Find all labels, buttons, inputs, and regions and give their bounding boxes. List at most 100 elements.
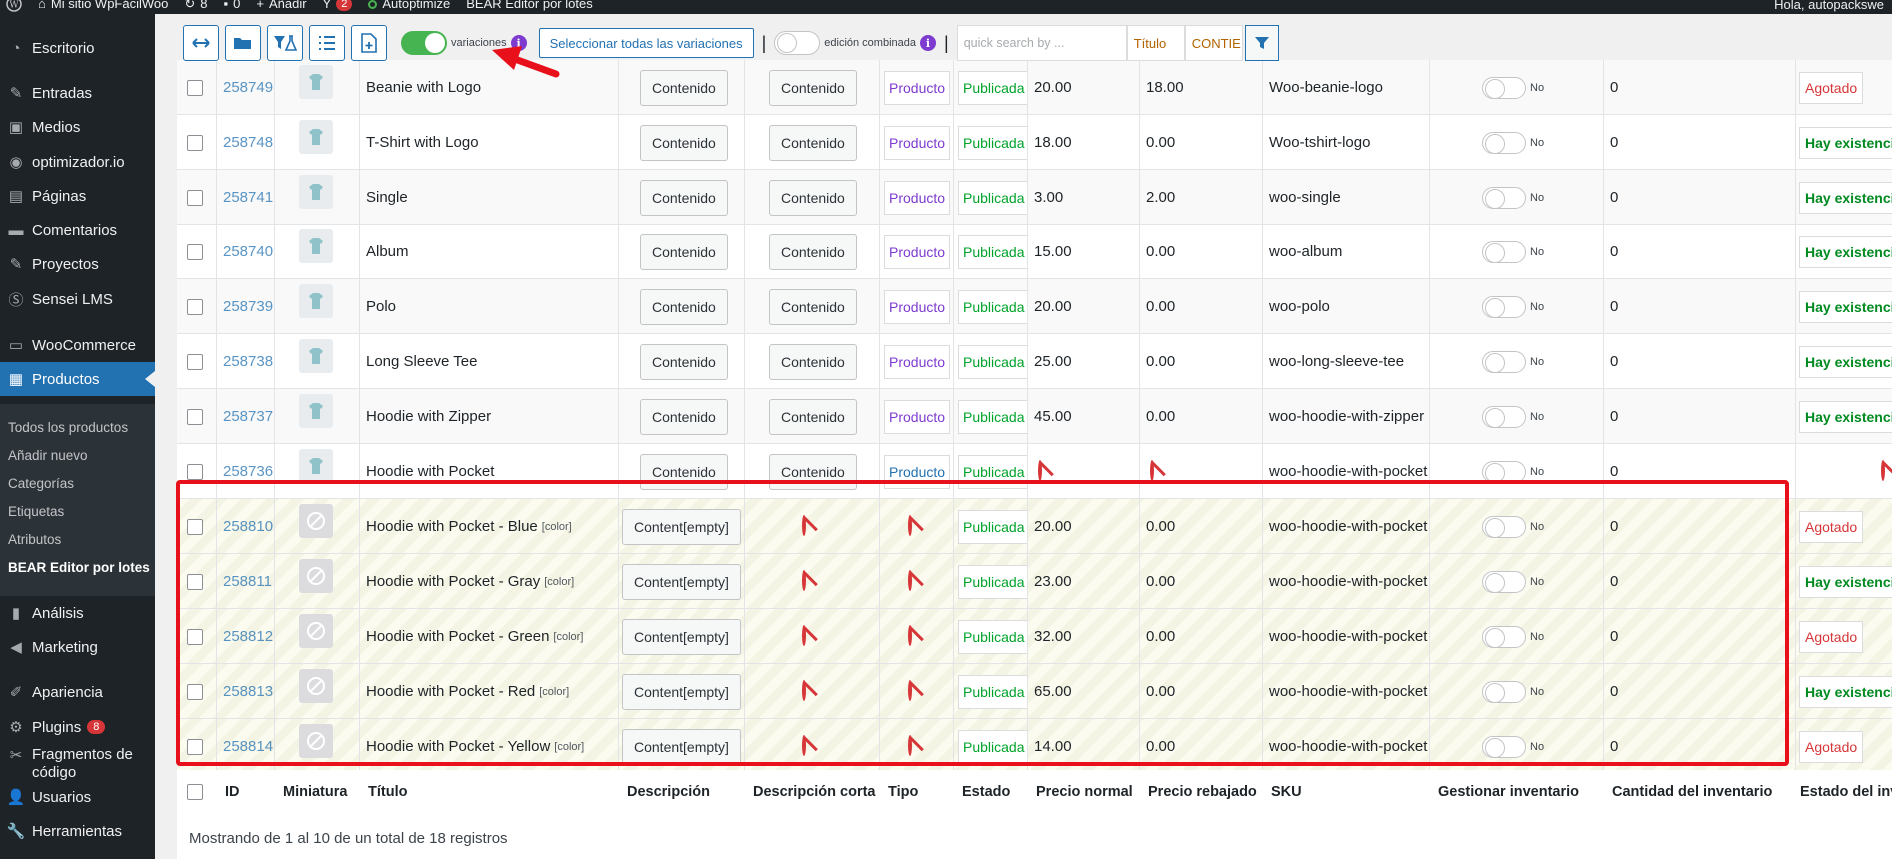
manage-stock-toggle[interactable] (1482, 735, 1526, 758)
col-header-regular-price[interactable]: Precio normal (1036, 784, 1133, 800)
manage-stock-toggle[interactable] (1482, 186, 1526, 209)
sku-cell[interactable]: Woo-beanie-logo (1263, 60, 1430, 115)
menu-apariencia[interactable]: ✐ Apariencia (0, 675, 155, 709)
short-description-button[interactable]: Contenido (769, 288, 857, 325)
stock-quantity-cell[interactable]: 0 (1604, 664, 1796, 719)
select-cell[interactable] (177, 499, 217, 554)
short-description-button[interactable]: Contenido (769, 124, 857, 161)
col-header-type[interactable]: Tipo (888, 784, 918, 800)
stock-status-select[interactable]: Hay existencias (1799, 345, 1892, 378)
stock-quantity-cell[interactable]: 0 (1604, 444, 1796, 499)
description-button[interactable]: Contenido (640, 343, 728, 380)
col-header-stock-quantity[interactable]: Cantidad del inventario (1612, 784, 1772, 800)
sale-price-cell[interactable]: 0.00 (1140, 499, 1263, 554)
sku-cell[interactable]: woo-hoodie-with-pocket (1263, 499, 1430, 554)
regular-price-cell[interactable]: 14.00 (1028, 719, 1140, 774)
stock-status-select[interactable]: Hay existencias (1799, 290, 1892, 323)
product-title[interactable]: Hoodie with Pocket (366, 463, 494, 480)
regular-price-cell[interactable]: 32.00 (1028, 609, 1140, 664)
description-button[interactable]: Content[empty] (622, 728, 741, 765)
product-id-link[interactable]: 258736 (223, 463, 273, 480)
product-title[interactable]: Polo (366, 298, 396, 315)
select-cell[interactable] (177, 279, 217, 334)
sku-cell[interactable]: woo-hoodie-with-pocket (1263, 664, 1430, 719)
stock-quantity-cell[interactable]: 0 (1604, 115, 1796, 170)
stock-quantity-cell[interactable]: 0 (1604, 609, 1796, 664)
description-button[interactable]: Contenido (640, 233, 728, 270)
product-title[interactable]: Hoodie with Pocket - Blue (366, 518, 538, 535)
col-header-description[interactable]: Descripción (627, 784, 710, 800)
placeholder-image-icon[interactable] (299, 504, 333, 538)
type-select[interactable]: Producto (884, 454, 951, 489)
menu-fragmentos[interactable]: ✂ Fragmentos de código (0, 738, 155, 786)
menu-productos[interactable]: ▦ Productos (0, 362, 155, 396)
regular-price-cell[interactable]: 25.00 (1028, 334, 1140, 389)
product-thumbnail[interactable] (299, 175, 333, 209)
product-title[interactable]: Hoodie with Zipper (366, 408, 491, 425)
select-cell[interactable] (177, 115, 217, 170)
short-description-button[interactable]: Contenido (769, 179, 857, 216)
title-cell[interactable]: Hoodie with Zipper (360, 389, 619, 444)
sale-price-cell[interactable]: 18.00 (1140, 60, 1263, 115)
yoast-link[interactable]: Y 2 (323, 0, 353, 11)
combined-edit-toggle[interactable] (774, 31, 821, 55)
type-select[interactable]: Producto (884, 289, 951, 324)
autoptimize-link[interactable]: Autoptimize (368, 0, 450, 11)
row-checkbox[interactable] (187, 298, 203, 315)
menu-analisis[interactable]: ▮ Análisis (0, 596, 155, 630)
manage-stock-toggle[interactable] (1482, 680, 1526, 703)
sale-price-cell[interactable]: 0.00 (1140, 554, 1263, 609)
stock-quantity-cell[interactable]: 0 (1604, 170, 1796, 225)
stock-quantity-cell[interactable]: 0 (1604, 60, 1796, 115)
placeholder-image-icon[interactable] (299, 614, 333, 648)
stock-status-select[interactable]: Hay existencias (1799, 235, 1892, 268)
sku-cell[interactable]: woo-hoodie-with-zipper (1263, 389, 1430, 444)
status-select[interactable]: Publicada (958, 564, 1027, 599)
row-checkbox[interactable] (187, 408, 203, 425)
stock-quantity-cell[interactable]: 0 (1604, 719, 1796, 774)
status-select[interactable]: Publicada (958, 454, 1027, 489)
product-id-link[interactable]: 258740 (223, 243, 273, 260)
product-id-link[interactable]: 258741 (223, 189, 273, 206)
info-icon[interactable]: i (920, 35, 936, 51)
manage-stock-toggle[interactable] (1482, 350, 1526, 373)
submenu-atributos[interactable]: Atributos (8, 532, 61, 547)
row-checkbox[interactable] (187, 628, 203, 645)
product-thumbnail[interactable] (299, 394, 333, 428)
manage-stock-toggle[interactable] (1482, 76, 1526, 99)
select-cell[interactable] (177, 609, 217, 664)
updates-link[interactable]: ↻ 8 (184, 0, 207, 11)
sale-price-cell[interactable]: 0.00 (1140, 389, 1263, 444)
title-cell[interactable]: Long Sleeve Tee (360, 334, 619, 389)
submenu-bear-editor[interactable]: BEAR Editor por lotes (8, 560, 150, 575)
status-select[interactable]: Publicada (958, 70, 1027, 105)
manage-stock-toggle[interactable] (1482, 131, 1526, 154)
product-thumbnail[interactable] (299, 284, 333, 318)
row-checkbox[interactable] (187, 683, 203, 700)
stock-status-select[interactable]: Hay existencias (1799, 675, 1892, 708)
status-select[interactable]: Publicada (958, 234, 1027, 269)
description-button[interactable]: Contenido (640, 124, 728, 161)
menu-entradas[interactable]: ✎ Entradas (0, 76, 155, 110)
status-select[interactable]: Publicada (958, 619, 1027, 654)
sale-price-cell[interactable]: 0.00 (1140, 334, 1263, 389)
row-checkbox[interactable] (187, 189, 203, 206)
sale-price-cell[interactable]: 0.00 (1140, 224, 1263, 279)
regular-price-cell[interactable]: 45.00 (1028, 389, 1140, 444)
col-header-thumbnail[interactable]: Miniatura (283, 784, 347, 800)
sku-cell[interactable]: woo-hoodie-with-pocket (1263, 554, 1430, 609)
stock-status-select[interactable]: Agotado (1799, 730, 1864, 763)
sale-price-cell[interactable]: 0.00 (1140, 115, 1263, 170)
type-select[interactable]: Producto (884, 125, 951, 160)
description-button[interactable]: Content[empty] (622, 673, 741, 710)
add-product-button[interactable] (351, 25, 387, 61)
menu-sensei[interactable]: Ⓢ Sensei LMS (0, 282, 155, 316)
sku-cell[interactable]: woo-hoodie-with-pocket (1263, 719, 1430, 774)
sku-cell[interactable]: woo-polo (1263, 279, 1430, 334)
select-cell[interactable] (177, 334, 217, 389)
type-select[interactable]: Producto (884, 180, 951, 215)
manage-stock-toggle[interactable] (1482, 515, 1526, 538)
product-thumbnail[interactable] (299, 229, 333, 263)
col-header-sku[interactable]: SKU (1271, 784, 1302, 800)
status-select[interactable]: Publicada (958, 729, 1027, 764)
